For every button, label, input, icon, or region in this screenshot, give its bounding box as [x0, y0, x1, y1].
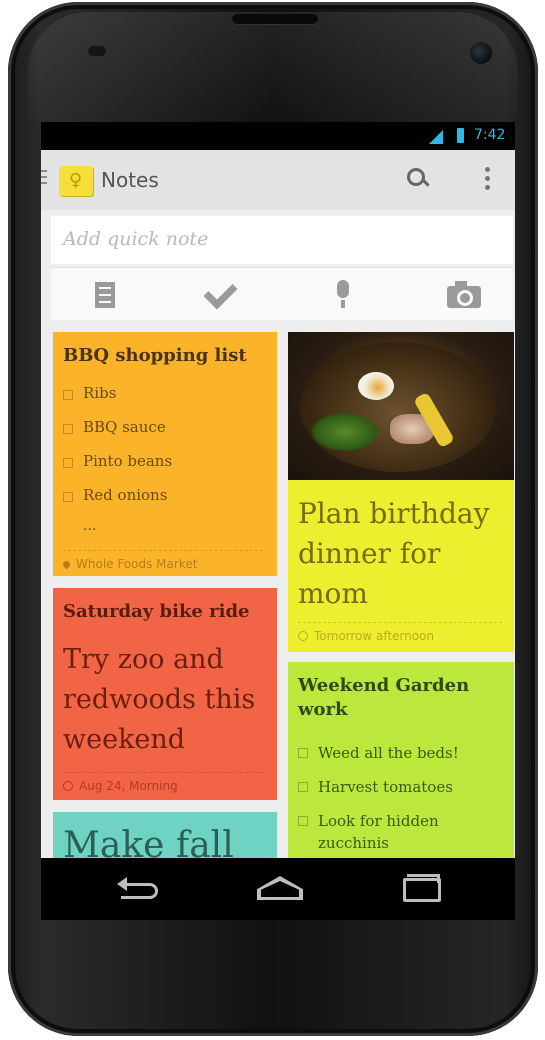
time-reminder: Aug 24, Morning — [63, 772, 263, 793]
screen: 7:42 ♀ Notes Add quick note BBQ shopping… — [41, 122, 515, 858]
search-icon[interactable] — [405, 166, 433, 194]
note-photo — [288, 332, 514, 480]
camera-icon — [447, 281, 481, 308]
checkbox[interactable] — [298, 782, 308, 792]
note-body: Plan birthday dinner for mom — [298, 497, 490, 610]
note-card-bbq[interactable]: BBQ shopping list Ribs BBQ sauce Pinto b… — [53, 332, 277, 576]
note-body: Make fall — [63, 825, 234, 859]
checkbox[interactable] — [298, 816, 308, 826]
location-pin-icon — [61, 559, 72, 570]
microphone-icon — [337, 280, 349, 308]
phone-gloss — [28, 12, 518, 132]
note-title: Weekend Garden work — [298, 675, 470, 720]
proximity-sensor — [88, 46, 106, 56]
location-reminder: Whole Foods Market — [61, 550, 263, 571]
earpiece-speaker — [232, 14, 318, 24]
app-title: Notes — [101, 168, 159, 192]
status-bar: 7:42 — [41, 122, 515, 150]
checkbox[interactable] — [63, 390, 73, 400]
checklist-icon — [203, 275, 238, 310]
back-button[interactable] — [111, 870, 171, 908]
voice-note-button[interactable] — [313, 268, 373, 320]
note-body: Try zoo and redwoods this weekend — [63, 644, 256, 755]
battery-icon — [457, 128, 464, 143]
checkbox[interactable] — [298, 748, 308, 758]
note-card-birthday[interactable]: Plan birthday dinner for mom Tomorrow af… — [288, 332, 514, 652]
system-nav-bar — [41, 858, 515, 920]
signal-icon — [429, 130, 443, 144]
new-checklist-button[interactable] — [193, 268, 253, 320]
status-time: 7:42 — [474, 127, 506, 143]
checkbox[interactable] — [63, 424, 73, 434]
quick-note-input[interactable]: Add quick note — [51, 216, 513, 264]
clock-icon — [63, 781, 73, 791]
note-title: BBQ shopping list — [63, 345, 247, 366]
note-type-toolbar — [51, 267, 513, 320]
time-reminder: Tomorrow afternoon — [298, 622, 502, 643]
note-title: Saturday bike ride — [63, 601, 250, 622]
new-text-note-button[interactable] — [73, 268, 133, 320]
quick-note-placeholder: Add quick note — [63, 228, 209, 250]
note-card-bike-ride[interactable]: Saturday bike ride Try zoo and redwoods … — [53, 588, 277, 800]
more-items-indicator: ... — [83, 518, 97, 534]
text-note-icon — [95, 282, 115, 310]
checkbox[interactable] — [63, 458, 73, 468]
front-camera-lens — [470, 42, 492, 64]
clock-icon — [298, 631, 308, 641]
drawer-indicator-icon[interactable] — [41, 170, 47, 186]
recent-apps-button[interactable] — [389, 870, 449, 908]
note-card-fall[interactable]: Make fall — [53, 812, 277, 858]
photo-note-button[interactable] — [433, 268, 493, 320]
keep-app-icon[interactable]: ♀ — [59, 166, 93, 196]
home-button[interactable] — [251, 870, 311, 908]
checkbox[interactable] — [63, 492, 73, 502]
overflow-menu-icon[interactable] — [479, 164, 495, 196]
action-bar: ♀ Notes — [41, 150, 515, 210]
note-card-garden[interactable]: Weekend Garden work Weed all the beds! H… — [288, 662, 514, 858]
